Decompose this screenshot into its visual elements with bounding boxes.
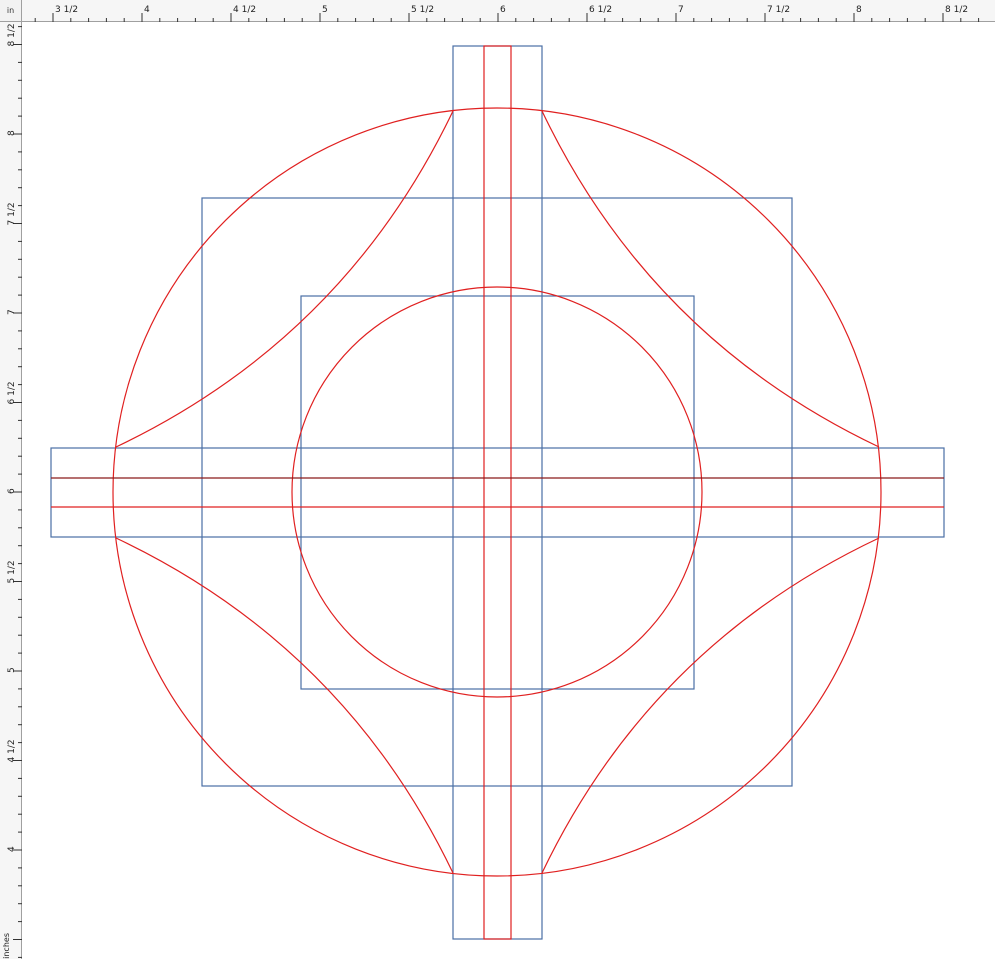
ruler-label: 8 1/2 bbox=[945, 5, 968, 15]
vertical-ruler[interactable]: 8 1/2 8 7 1/2 7 6 1/2 6 5 1/2 5 4 1/2 4 inches bbox=[0, 22, 22, 959]
ruler-label: 6 bbox=[7, 488, 17, 494]
horizontal-ruler[interactable]: 3 1/2 4 4 1/2 5 5 1/2 6 6 1/2 7 7 1/2 8 8 1/2 bbox=[22, 0, 995, 22]
ruler-label: 6 1/2 bbox=[7, 381, 17, 404]
ruler-label: 7 1/2 bbox=[767, 5, 790, 15]
ruler-label: 8 1/2 bbox=[7, 23, 17, 46]
drawing-window: in 3 1/2 4 4 1/2 5 5 1/2 6 6 1/2 7 7 1/2 8 8 1/2 8… bbox=[0, 0, 995, 959]
geometric-drawing bbox=[50, 45, 945, 940]
ruler-label: 4 bbox=[7, 846, 17, 852]
ruler-label: 7 bbox=[678, 5, 684, 15]
ruler-label: 5 bbox=[7, 667, 17, 673]
outer-square bbox=[201, 197, 793, 787]
ruler-corner[interactable]: in bbox=[0, 0, 22, 22]
vertical-bar bbox=[452, 45, 543, 940]
ruler-label: 4 bbox=[144, 5, 150, 15]
vertical-ruler-scale: 8 1/2 8 7 1/2 7 6 1/2 6 5 1/2 5 4 1/2 4 bbox=[7, 23, 22, 958]
concave-arc bbox=[115, 537, 454, 874]
inner-circle bbox=[291, 286, 703, 698]
concave-arc bbox=[541, 537, 880, 874]
ruler-label: 4 1/2 bbox=[233, 5, 256, 15]
ruler-label: 8 bbox=[7, 130, 17, 136]
inner-square bbox=[300, 295, 695, 690]
ruler-label: 8 bbox=[856, 5, 862, 15]
ruler-label: 5 1/2 bbox=[7, 560, 17, 583]
ruler-label: 5 bbox=[322, 5, 328, 15]
ruler-label: 3 1/2 bbox=[55, 5, 78, 15]
horizontal-bar bbox=[50, 447, 945, 538]
concave-arc bbox=[541, 110, 880, 448]
ruler-label: 5 1/2 bbox=[411, 5, 434, 15]
concave-arc bbox=[115, 110, 454, 448]
horizontal-ruler-scale: 3 1/2 4 4 1/2 5 5 1/2 6 6 1/2 7 7 1/2 8 8 1/2 bbox=[34, 5, 980, 22]
drawing-canvas[interactable] bbox=[22, 22, 995, 959]
vertical-center-strip bbox=[483, 45, 512, 940]
ruler-label: 6 bbox=[500, 5, 506, 15]
ruler-label: 7 1/2 bbox=[7, 202, 17, 225]
ruler-units-label: inches bbox=[2, 933, 11, 959]
ruler-label: 7 bbox=[7, 309, 17, 315]
ruler-label: 4 1/2 bbox=[7, 739, 17, 762]
outer-circle bbox=[112, 107, 882, 877]
ruler-corner-label: in bbox=[6, 6, 15, 15]
ruler-label: 6 1/2 bbox=[589, 5, 612, 15]
